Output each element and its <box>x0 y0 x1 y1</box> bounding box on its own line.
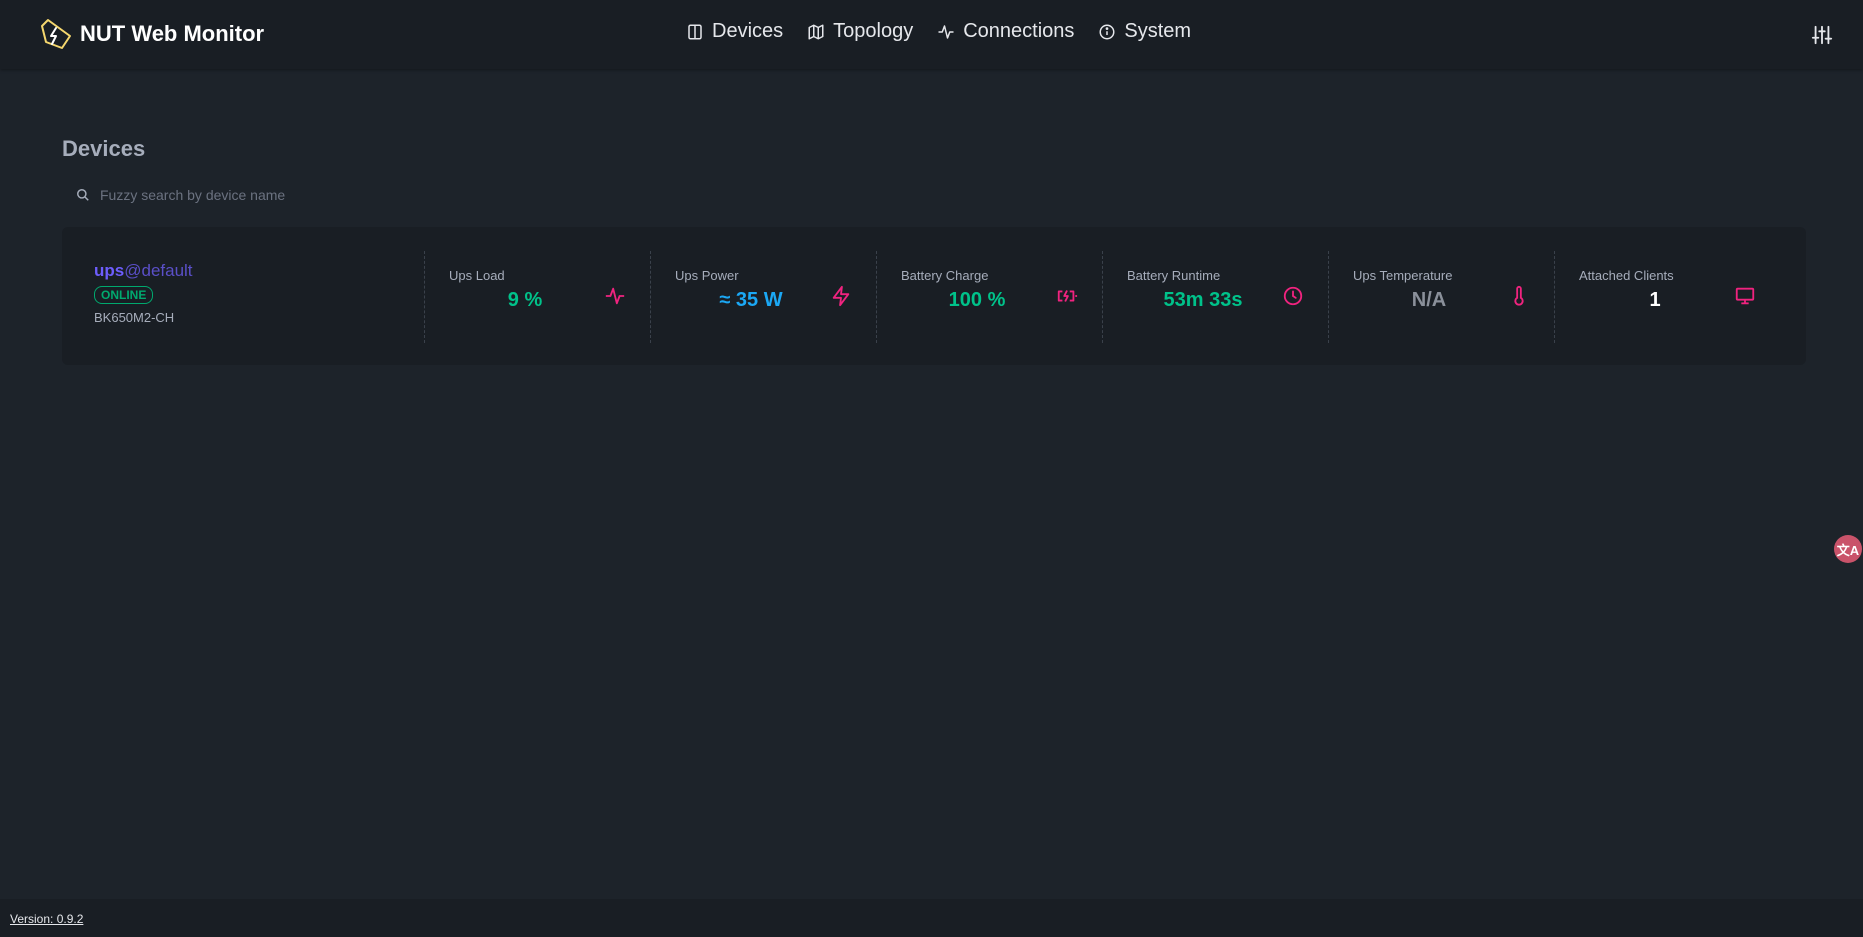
stat-value: 100 % <box>948 289 1006 311</box>
stat-ups-temperature: Ups Temperature N/A <box>1328 251 1554 343</box>
book-icon <box>688 24 702 39</box>
nav-item-label: Topology <box>833 20 914 42</box>
stat-label: Ups Load <box>449 268 505 283</box>
stat-label: Ups Temperature <box>1353 268 1453 283</box>
nav-item-devices[interactable]: Devices <box>686 20 783 43</box>
nav-item-label: Connections <box>963 20 1075 42</box>
status-badge: ONLINE <box>94 286 154 304</box>
app-logo-icon <box>41 19 71 49</box>
stat-value: 1 <box>1649 289 1661 311</box>
settings-sliders-icon[interactable] <box>1811 24 1833 46</box>
device-name-ups: ups <box>94 261 125 280</box>
battery-charging-icon <box>1056 285 1078 307</box>
info-icon <box>1099 24 1115 39</box>
activity-icon <box>604 285 626 307</box>
map-icon <box>808 24 824 39</box>
stat-label: Battery Charge <box>901 268 989 283</box>
nav-item-connections[interactable]: Connections <box>937 20 1074 43</box>
translate-icon[interactable]: 文A <box>1834 535 1862 563</box>
search-bar <box>62 179 562 211</box>
stat-value: ≈ 35 W <box>719 289 783 311</box>
thermometer-icon <box>1508 285 1530 307</box>
device-model: BK650M2-CH <box>94 310 175 325</box>
stat-value: 53m 33s <box>1163 289 1243 311</box>
stat-label: Attached Clients <box>1579 268 1674 283</box>
clock-icon <box>1282 285 1304 307</box>
version-link[interactable]: Version: 0.9.2 <box>10 912 83 926</box>
page-title: Devices <box>62 136 146 161</box>
brand[interactable]: NUT Web Monitor <box>36 16 264 52</box>
main-nav: Devices Topology Connections System <box>686 20 1191 43</box>
stat-ups-power: Ups Power ≈ 35 W <box>650 251 876 343</box>
device-host: @default <box>124 261 193 280</box>
stat-attached-clients: Attached Clients 1 <box>1554 251 1780 343</box>
stat-label: Battery Runtime <box>1127 268 1221 283</box>
stat-battery-charge: Battery Charge 100 % <box>876 251 1102 343</box>
app-title: NUT Web Monitor <box>80 21 265 46</box>
stat-battery-runtime: Battery Runtime 53m 33s <box>1102 251 1328 343</box>
device-info: ups@default ONLINE BK650M2-CH <box>94 261 193 325</box>
stat-label: Ups Power <box>675 268 739 283</box>
nav-item-label: Devices <box>712 20 784 42</box>
device-name[interactable]: ups@default <box>94 261 193 281</box>
monitor-icon <box>1734 285 1756 307</box>
top-navbar: NUT Web Monitor Devices Topology Connect… <box>0 0 1863 69</box>
stat-value: 9 % <box>507 289 543 311</box>
activity-icon <box>938 24 954 39</box>
search-icon <box>77 189 89 201</box>
search-input[interactable] <box>98 186 522 204</box>
footer: Version: 0.9.2 <box>0 899 1863 937</box>
stat-value: N/A <box>1411 289 1447 311</box>
nav-item-system[interactable]: System <box>1098 20 1191 43</box>
nav-item-label: System <box>1124 20 1192 42</box>
lightning-icon <box>830 285 852 307</box>
stat-ups-load: Ups Load 9 % <box>424 251 650 343</box>
nav-item-topology[interactable]: Topology <box>807 20 913 43</box>
device-card: ups@default ONLINE BK650M2-CH Ups Load 9… <box>62 227 1806 365</box>
